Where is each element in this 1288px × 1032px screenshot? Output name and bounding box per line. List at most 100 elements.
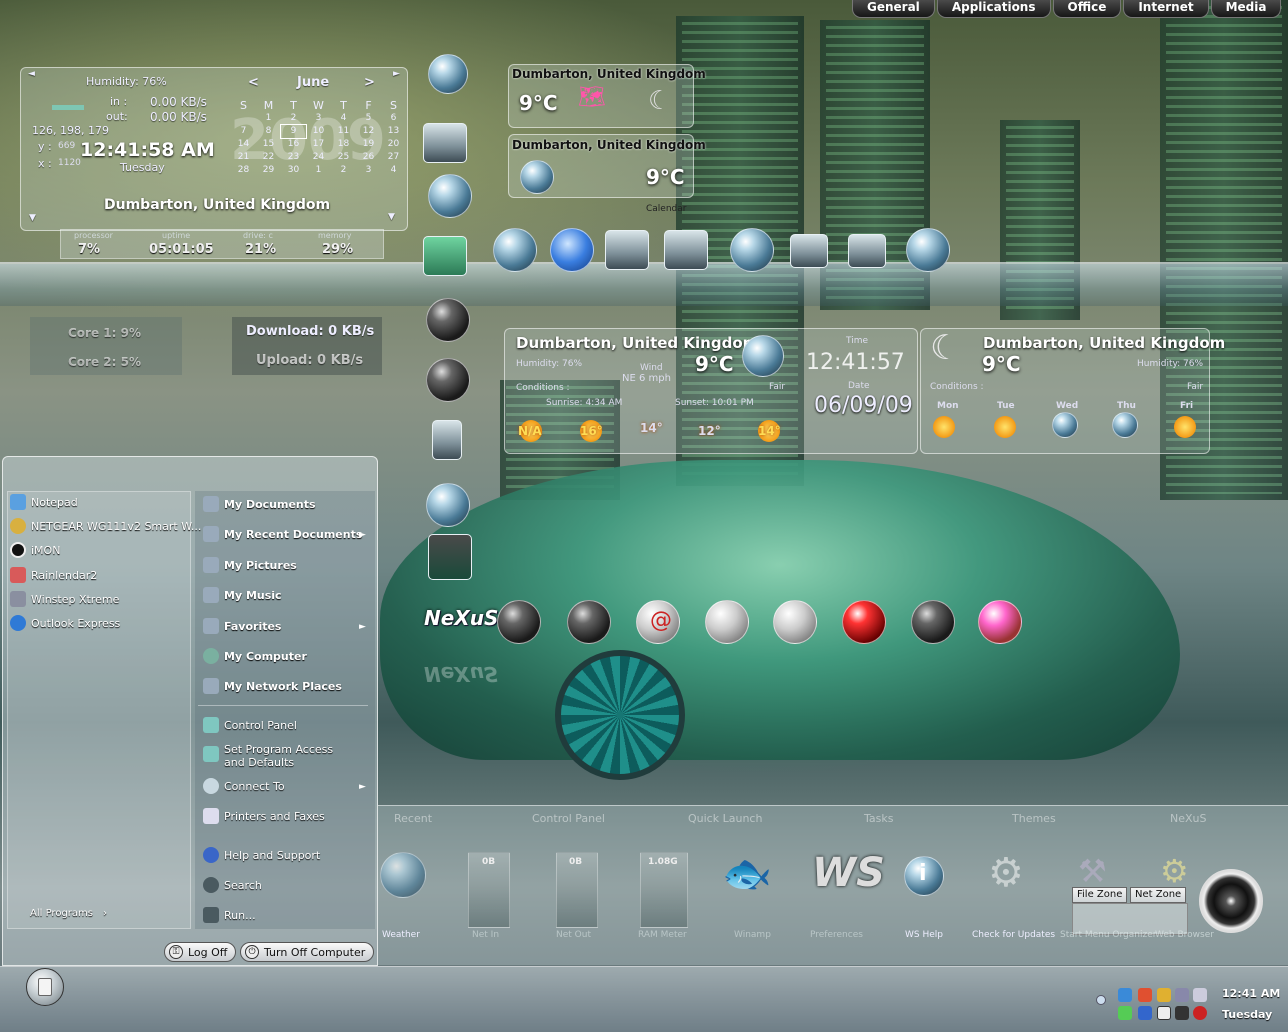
dock-weather-icon[interactable] xyxy=(380,852,426,898)
power-orb-icon[interactable] xyxy=(705,600,749,644)
collapse-left-icon[interactable]: ◄ xyxy=(28,69,35,79)
tray-alert-icon[interactable] xyxy=(1193,1006,1207,1020)
dock-tab-nexus[interactable]: NeXuS xyxy=(1170,812,1207,825)
log-off-button[interactable]: ⚿ Log Off xyxy=(164,942,237,962)
all-programs-button[interactable]: All Programs › xyxy=(30,908,107,919)
dock-speaker-icon[interactable] xyxy=(1199,869,1263,933)
pinned-netgear[interactable]: NETGEAR WG111v2 Smart W... xyxy=(10,518,201,534)
calendar-day[interactable]: 26 xyxy=(356,151,381,164)
menu-favorites[interactable]: Favorites xyxy=(203,618,281,634)
tray-expand-icon[interactable] xyxy=(1096,995,1106,1005)
calendar-day[interactable]: 21 xyxy=(231,151,256,164)
top-menu-media[interactable]: Media xyxy=(1210,0,1282,18)
calendar-day[interactable]: 15 xyxy=(256,138,281,151)
menu-my-network-places[interactable]: My Network Places xyxy=(203,678,342,694)
top-menu-internet[interactable]: Internet xyxy=(1123,0,1209,18)
tray-app-icon[interactable] xyxy=(1157,988,1171,1002)
menu-recent-documents[interactable]: My Recent Documents xyxy=(203,526,362,542)
calendar-day[interactable]: 2 xyxy=(331,164,356,177)
network-globe-icon[interactable] xyxy=(906,228,950,272)
tray-user-icon[interactable] xyxy=(1118,1006,1132,1020)
calendar-day[interactable]: 24 xyxy=(306,151,331,164)
pinned-imon[interactable]: iMON xyxy=(10,542,60,558)
calendar-day[interactable]: 25 xyxy=(331,151,356,164)
folder-icon[interactable] xyxy=(423,236,467,276)
server-icon[interactable] xyxy=(428,534,472,580)
top-menu-general[interactable]: General xyxy=(852,0,935,18)
calendar-day[interactable]: 29 xyxy=(256,164,281,177)
calendar-day[interactable]: 22 xyxy=(256,151,281,164)
pinned-rainlendar[interactable]: Rainlendar2 xyxy=(10,567,97,583)
dock-tab-themes[interactable]: Themes xyxy=(1012,812,1056,825)
tray-network-icon[interactable] xyxy=(1118,988,1132,1002)
net-zone-button[interactable]: Net Zone xyxy=(1130,887,1187,903)
calendar-day[interactable]: 9 xyxy=(280,124,307,139)
screen-orb-icon[interactable] xyxy=(911,600,955,644)
dock-tab-tasks[interactable]: Tasks xyxy=(864,812,893,825)
tray-counter-icon[interactable] xyxy=(1175,1006,1189,1020)
calendar-day[interactable]: 23 xyxy=(281,151,306,164)
blue-globe-icon[interactable] xyxy=(730,228,774,272)
calendar-day[interactable]: 7 xyxy=(231,125,256,138)
calendar-day[interactable]: 1 xyxy=(256,112,281,125)
calendar-day[interactable]: 1 xyxy=(306,164,331,177)
calendar-day[interactable]: 3 xyxy=(356,164,381,177)
usb-drive-icon[interactable] xyxy=(432,420,462,460)
film-strip-icon[interactable] xyxy=(790,234,828,268)
tray-monitor-icon[interactable] xyxy=(1175,988,1189,1002)
printer-icon[interactable] xyxy=(848,234,886,268)
security-orb-icon[interactable] xyxy=(428,54,468,94)
power-icon[interactable] xyxy=(426,298,470,342)
calendar-day[interactable]: 10 xyxy=(306,125,331,138)
dock-check-updates-icon[interactable]: ⚙ xyxy=(988,850,1024,896)
monitor-orb-icon[interactable] xyxy=(497,600,541,644)
dock-tab-control-panel[interactable]: Control Panel xyxy=(532,812,605,825)
pinned-notepad[interactable]: Notepad xyxy=(10,494,78,510)
movie-clapper-icon[interactable] xyxy=(605,230,649,270)
calendar-day[interactable]: 4 xyxy=(381,164,406,177)
menu-help-support[interactable]: Help and Support xyxy=(203,847,320,863)
weather-orb-icon[interactable] xyxy=(493,228,537,272)
dock-web-browser-icon[interactable]: ⚙ xyxy=(1160,852,1189,890)
menu-my-documents[interactable]: My Documents xyxy=(203,496,316,512)
tray-shield-icon[interactable] xyxy=(1157,1006,1171,1020)
menu-printers-faxes[interactable]: Printers and Faxes xyxy=(203,808,325,824)
top-menu-applications[interactable]: Applications xyxy=(936,0,1051,18)
calendar-day[interactable]: 18 xyxy=(331,138,356,151)
calendar-day[interactable]: 5 xyxy=(356,112,381,125)
calendar-day[interactable]: 28 xyxy=(231,164,256,177)
menu-my-computer[interactable]: My Computer xyxy=(203,648,307,664)
calendar-day[interactable]: 20 xyxy=(381,138,406,151)
calendar-day[interactable]: 12 xyxy=(356,125,381,138)
calendar-day[interactable]: 11 xyxy=(331,125,356,138)
record-orb-icon[interactable] xyxy=(842,600,886,644)
menu-connect-to[interactable]: Connect To xyxy=(203,778,285,794)
turn-off-button[interactable]: ⏻ Turn Off Computer xyxy=(240,942,375,962)
taskbar-clock-time[interactable]: 12:41 AM xyxy=(1222,987,1280,1000)
music-note-icon[interactable] xyxy=(664,230,708,270)
tray-volume-icon[interactable] xyxy=(1193,988,1207,1002)
nexus-logo[interactable]: NeXuS xyxy=(424,606,498,630)
tray-drop-icon[interactable] xyxy=(1138,1006,1152,1020)
calendar-day[interactable]: 13 xyxy=(381,125,406,138)
dark-orb-icon[interactable] xyxy=(567,600,611,644)
collapse-right-icon[interactable]: ► xyxy=(393,69,400,79)
music-disc-icon[interactable] xyxy=(426,483,470,527)
restart-orb-icon[interactable] xyxy=(773,600,817,644)
calendar-day[interactable]: 27 xyxy=(381,151,406,164)
calendar-day[interactable]: 2 xyxy=(281,112,306,125)
dock-tab-quick-launch[interactable]: Quick Launch xyxy=(688,812,762,825)
menu-control-panel[interactable]: Control Panel xyxy=(203,717,297,733)
restart-icon[interactable] xyxy=(426,358,470,402)
menu-my-pictures[interactable]: My Pictures xyxy=(203,557,297,573)
calendar-next-button[interactable]: > xyxy=(364,75,375,90)
pinned-winstep[interactable]: Winstep Xtreme xyxy=(10,591,119,607)
calendar-day[interactable]: 8 xyxy=(256,125,281,138)
calendar-day[interactable]: 6 xyxy=(381,112,406,125)
scroll-down-icon[interactable]: ▼ xyxy=(388,212,395,222)
network-orb-icon[interactable] xyxy=(978,600,1022,644)
calendar-day[interactable]: 14 xyxy=(231,138,256,151)
briefcase-icon[interactable] xyxy=(423,123,467,163)
menu-run[interactable]: Run... xyxy=(203,907,256,923)
menu-my-music[interactable]: My Music xyxy=(203,587,282,603)
